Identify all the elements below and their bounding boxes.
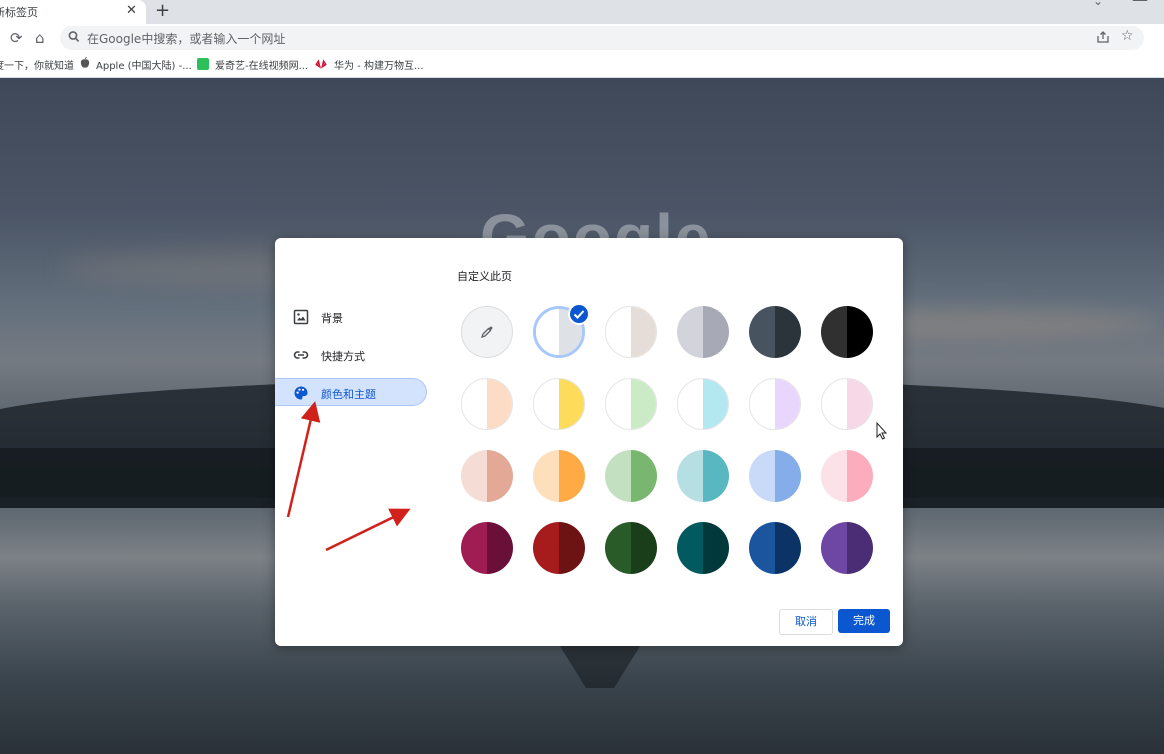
annotation-arrow — [286, 401, 321, 518]
annotation-arrow — [325, 508, 411, 552]
annotation-layer — [286, 401, 888, 552]
mouse-cursor-icon — [876, 421, 888, 440]
